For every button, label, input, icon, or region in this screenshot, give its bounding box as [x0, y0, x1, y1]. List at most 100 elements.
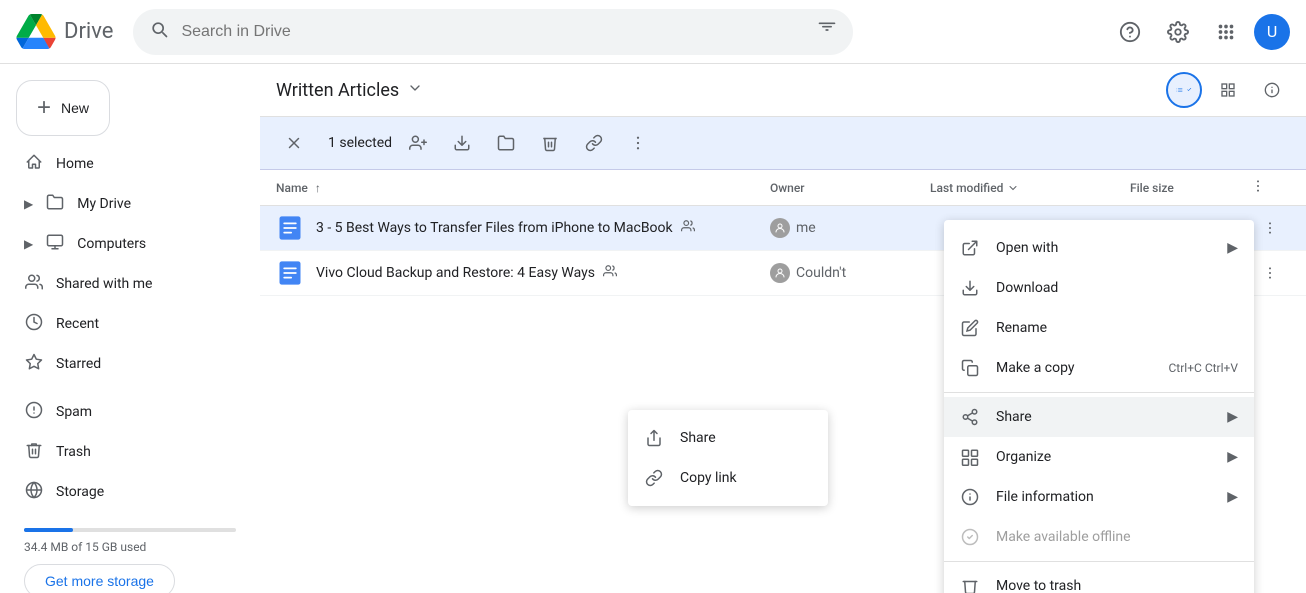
- file-info-icon: [960, 487, 980, 507]
- ctx-file-info-label: File information: [996, 489, 1211, 505]
- folder-header: Written Articles: [260, 64, 1306, 117]
- organize-icon: [960, 447, 980, 467]
- selection-bar: 1 selected: [260, 117, 1306, 170]
- table-header: Name ↑ Owner Last modified File size: [260, 170, 1306, 206]
- ctx-download[interactable]: Download: [944, 268, 1254, 308]
- list-view-button[interactable]: [1166, 72, 1202, 108]
- download-button[interactable]: [444, 125, 480, 161]
- recent-icon: [24, 313, 44, 336]
- folder-title: Written Articles: [276, 80, 423, 101]
- ctx-offline-label: Make available offline: [996, 529, 1238, 545]
- sidebar-item-computers-label: Computers: [77, 236, 146, 252]
- sidebar-item-shared-label: Shared with me: [56, 276, 152, 292]
- move-button[interactable]: [488, 125, 524, 161]
- add-people-button[interactable]: [400, 125, 436, 161]
- organize-arrow-icon: ▶: [1227, 449, 1238, 465]
- owner-avatar: [770, 263, 790, 283]
- grid-view-button[interactable]: [1210, 72, 1246, 108]
- doc-icon: [276, 259, 304, 287]
- sidebar-item-trash-label: Trash: [56, 444, 91, 460]
- sidebar-item-trash[interactable]: Trash: [0, 432, 244, 472]
- ctx-open-with-label: Open with: [996, 240, 1211, 256]
- more-actions-button[interactable]: [620, 125, 656, 161]
- sidebar-item-recent[interactable]: Recent: [0, 304, 244, 344]
- ctx-file-info[interactable]: File information ▶: [944, 477, 1254, 517]
- ctx-rename[interactable]: Rename: [944, 308, 1254, 348]
- storage-usage-text: 34.4 MB of 15 GB used: [24, 540, 236, 554]
- share-arrow-icon: ▶: [1227, 409, 1238, 425]
- download-icon: [960, 278, 980, 298]
- search-bar[interactable]: [133, 9, 853, 55]
- ctx-copy-link-label: Copy link: [680, 470, 812, 486]
- computers-icon: [45, 233, 65, 256]
- owner-avatar: [770, 218, 790, 238]
- sidebar-item-spam-label: Spam: [56, 404, 92, 420]
- sidebar-item-computers[interactable]: ▶ Computers: [0, 224, 244, 264]
- new-button[interactable]: + New: [16, 80, 110, 136]
- ctx-share[interactable]: Share ▶: [944, 397, 1254, 437]
- search-input[interactable]: [181, 23, 805, 41]
- storage-icon: [24, 481, 44, 504]
- avatar[interactable]: U: [1254, 14, 1290, 50]
- header-actions: U: [1110, 12, 1290, 52]
- storage-info: 34.4 MB of 15 GB used Get more storage: [0, 512, 260, 593]
- get-storage-button[interactable]: Get more storage: [24, 564, 175, 593]
- sidebar-item-storage[interactable]: Storage: [0, 472, 244, 512]
- ctx-share-item[interactable]: Share: [628, 418, 828, 458]
- trash-icon: [24, 441, 44, 464]
- get-link-button[interactable]: [576, 125, 612, 161]
- search-icon: [149, 19, 169, 44]
- filter-icon[interactable]: [817, 20, 837, 44]
- sidebar-item-my-drive[interactable]: ▶ My Drive: [0, 184, 244, 224]
- ctx-copy-label: Make a copy: [996, 360, 1153, 376]
- ctx-copy-link-item[interactable]: Copy link: [628, 458, 828, 498]
- folder-dropdown-icon[interactable]: [407, 80, 423, 101]
- file-more-options[interactable]: [1250, 220, 1290, 236]
- file-owner: Couldn't: [770, 263, 930, 283]
- move-trash-icon: [960, 576, 980, 593]
- app-header: Drive U: [0, 0, 1306, 64]
- sidebar-item-starred[interactable]: Starred: [0, 344, 244, 384]
- col-owner-header: Owner: [770, 181, 930, 195]
- sidebar-item-home-label: Home: [56, 156, 94, 172]
- file-info-arrow-icon: ▶: [1227, 489, 1238, 505]
- offline-icon: [960, 527, 980, 547]
- ctx-copy[interactable]: Make a copy Ctrl+C Ctrl+V: [944, 348, 1254, 388]
- view-controls: [1166, 72, 1290, 108]
- ctx-rename-label: Rename: [996, 320, 1238, 336]
- ctx-trash[interactable]: Move to trash: [944, 566, 1254, 593]
- open-with-icon: [960, 238, 980, 258]
- folder-name: Written Articles: [276, 80, 399, 101]
- sidebar: + New Home ▶ My Drive ▶: [0, 64, 260, 593]
- col-more-header: [1250, 178, 1290, 197]
- starred-icon: [24, 353, 44, 376]
- sidebar-item-shared[interactable]: Shared with me: [0, 264, 244, 304]
- drive-logo-icon: [16, 14, 56, 49]
- shared-icon: [24, 273, 44, 296]
- info-button[interactable]: [1254, 72, 1290, 108]
- ctx-download-label: Download: [996, 280, 1238, 296]
- help-button[interactable]: [1110, 12, 1150, 52]
- copy-icon: [960, 358, 980, 378]
- storage-bar-fill: [24, 528, 73, 532]
- settings-button[interactable]: [1158, 12, 1198, 52]
- col-size-header: File size: [1130, 181, 1250, 195]
- ctx-copy-shortcut: Ctrl+C Ctrl+V: [1169, 361, 1239, 375]
- apps-button[interactable]: [1206, 12, 1246, 52]
- spam-icon: [24, 401, 44, 424]
- delete-button[interactable]: [532, 125, 568, 161]
- sidebar-item-storage-label: Storage: [56, 484, 104, 500]
- shared-badge-icon: [603, 264, 617, 282]
- doc-icon: [276, 214, 304, 242]
- file-more-options[interactable]: [1250, 265, 1290, 281]
- ctx-open-with[interactable]: Open with ▶: [944, 228, 1254, 268]
- clear-selection-button[interactable]: [276, 125, 312, 161]
- sidebar-item-spam[interactable]: Spam: [0, 392, 244, 432]
- ctx-organize[interactable]: Organize ▶: [944, 437, 1254, 477]
- ctx-trash-label: Move to trash: [996, 578, 1238, 593]
- app-title: Drive: [64, 19, 113, 44]
- new-button-label: New: [61, 100, 89, 116]
- sidebar-item-home[interactable]: Home: [0, 144, 244, 184]
- my-drive-expand-icon: ▶: [24, 197, 33, 211]
- col-modified-header: Last modified: [930, 181, 1130, 195]
